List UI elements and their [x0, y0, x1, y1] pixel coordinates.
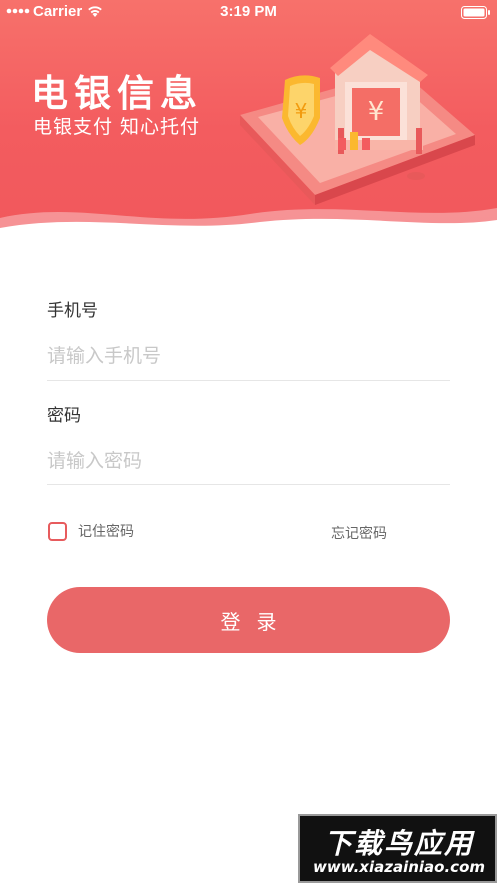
password-input[interactable] [47, 441, 450, 481]
remember-password-label: 记住密码 [78, 524, 134, 540]
login-button[interactable]: 登录 [47, 587, 450, 653]
forgot-password-link[interactable]: 忘记密码 [331, 523, 387, 543]
clock-time: 3:19 PM [220, 3, 277, 20]
header-wave-divider [0, 208, 497, 235]
watermark-title: 下载鸟应用 [323, 827, 474, 860]
watermark-url: www.xiazainiao.com [312, 858, 486, 876]
password-label: 密码 [47, 406, 81, 426]
svg-text:¥: ¥ [368, 97, 385, 127]
svg-text:¥: ¥ [295, 99, 308, 123]
brand-subtitle: 电银支付 知心托付 [33, 116, 201, 138]
phone-label: 手机号 [47, 301, 98, 321]
remember-checkbox[interactable] [48, 521, 67, 541]
battery-icon [461, 6, 490, 19]
phone-input[interactable] [47, 336, 450, 376]
site-watermark: 下载鸟应用 www.xiazainiao.com [298, 814, 497, 883]
header-banner: Carrier 3:19 PM 电银信息 电银支付 知心托付 ¥ ¥ [0, 0, 497, 235]
remember-password-toggle[interactable]: 记住密码 [48, 521, 134, 541]
phone-divider [47, 380, 450, 381]
brand-title: 电银信息 [31, 72, 203, 115]
password-divider [47, 484, 450, 485]
